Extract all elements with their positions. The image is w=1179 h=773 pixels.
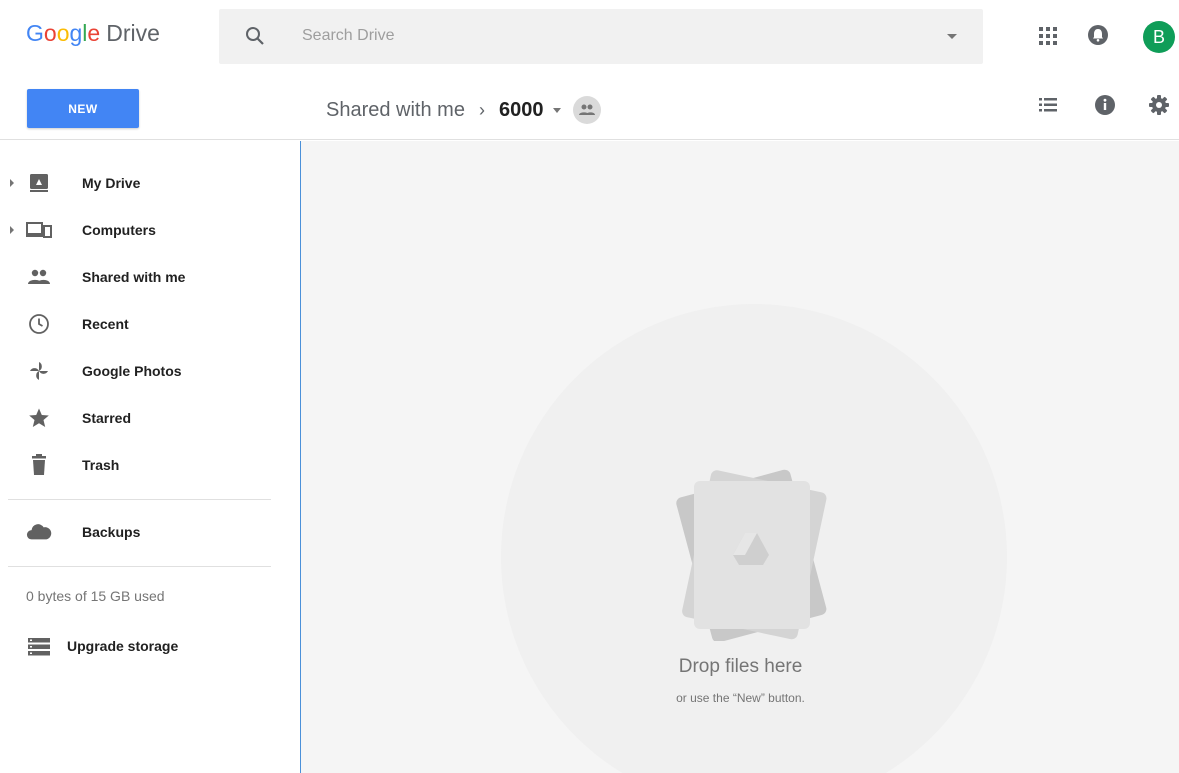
sidebar-item-trash[interactable]: Trash <box>0 445 300 485</box>
sidebar-item-backups[interactable]: Backups <box>0 512 300 552</box>
logo-letter: e <box>87 20 101 46</box>
drive-icon <box>26 170 52 196</box>
clock-icon <box>26 311 52 337</box>
sidebar-item-label: Starred <box>82 410 132 426</box>
breadcrumb-separator: › <box>478 99 485 120</box>
photos-pinwheel-icon <box>26 358 52 384</box>
upgrade-storage-link[interactable]: Upgrade storage <box>0 629 300 665</box>
logo-letter: o <box>56 20 70 46</box>
sidebar-item-computers[interactable]: Computers <box>0 210 300 250</box>
sidebar-item-label: Shared with me <box>82 269 186 285</box>
drop-files-subtitle: or use the “New” button. <box>676 691 805 705</box>
search-input[interactable]: Search Drive <box>302 27 394 45</box>
sidebar-item-my-drive[interactable]: My Drive <box>0 163 300 203</box>
sidebar-item-label: My Drive <box>82 175 141 191</box>
logo-letter: G <box>26 20 44 46</box>
product-name: Drive <box>106 20 160 46</box>
search-options-caret-icon[interactable] <box>947 34 957 39</box>
cloud-icon <box>26 519 52 545</box>
sidebar-item-shared-with-me[interactable]: Shared with me <box>0 257 300 297</box>
empty-folder-documents-icon <box>676 469 827 641</box>
trash-icon <box>26 452 52 478</box>
new-button[interactable]: NEW <box>27 89 139 128</box>
upgrade-storage-label: Upgrade storage <box>67 638 179 654</box>
sidebar-item-label: Computers <box>82 222 156 238</box>
sidebar-item-label: Google Photos <box>82 363 182 379</box>
logo-letter: g <box>69 20 83 46</box>
sidebar-item-recent[interactable]: Recent <box>0 304 300 344</box>
search-bar[interactable]: Search Drive <box>219 9 983 64</box>
notifications-bell-icon[interactable] <box>1087 24 1109 46</box>
expand-arrow-icon[interactable] <box>10 179 14 187</box>
sidebar-item-label: Trash <box>82 457 120 473</box>
breadcrumb: Shared with me › 6000 <box>326 96 602 124</box>
user-avatar[interactable]: B <box>1143 21 1175 53</box>
google-drive-logo[interactable]: Google Drive <box>26 20 160 47</box>
drop-files-title: Drop files here <box>678 656 803 677</box>
top-bar: Google Drive Search Drive B <box>0 0 1179 72</box>
people-icon <box>579 104 596 115</box>
logo-letter: o <box>43 20 57 46</box>
storage-usage-text: 0 bytes of 15 GB used <box>26 588 165 604</box>
gear-icon[interactable] <box>1147 93 1171 117</box>
sidebar-item-label: Recent <box>82 316 129 332</box>
breadcrumb-current-folder[interactable]: 6000 <box>499 99 544 122</box>
storage-icon <box>28 638 50 656</box>
expand-arrow-icon[interactable] <box>10 226 14 234</box>
sidebar-divider <box>8 566 271 567</box>
list-view-icon[interactable] <box>1037 94 1059 116</box>
file-drop-area[interactable]: Drop files here or use the “New” button. <box>300 141 1179 773</box>
sidebar-item-label: Backups <box>82 524 141 540</box>
shared-folder-badge[interactable] <box>573 96 602 124</box>
people-icon <box>26 264 52 290</box>
star-icon <box>26 405 52 431</box>
sidebar-item-google-photos[interactable]: Google Photos <box>0 351 300 391</box>
folder-menu-caret-icon[interactable] <box>553 107 562 113</box>
search-icon[interactable] <box>243 24 267 48</box>
sidebar: My Drive Computers Shared with me Recent… <box>0 141 300 773</box>
breadcrumb-shared-with-me[interactable]: Shared with me <box>326 99 465 122</box>
info-icon[interactable] <box>1093 93 1117 117</box>
sidebar-item-starred[interactable]: Starred <box>0 398 300 438</box>
action-bar: NEW Shared with me › 6000 <box>0 72 1179 140</box>
sidebar-divider <box>8 499 271 500</box>
apps-grid-icon[interactable] <box>1037 25 1059 47</box>
computers-icon <box>26 217 52 243</box>
